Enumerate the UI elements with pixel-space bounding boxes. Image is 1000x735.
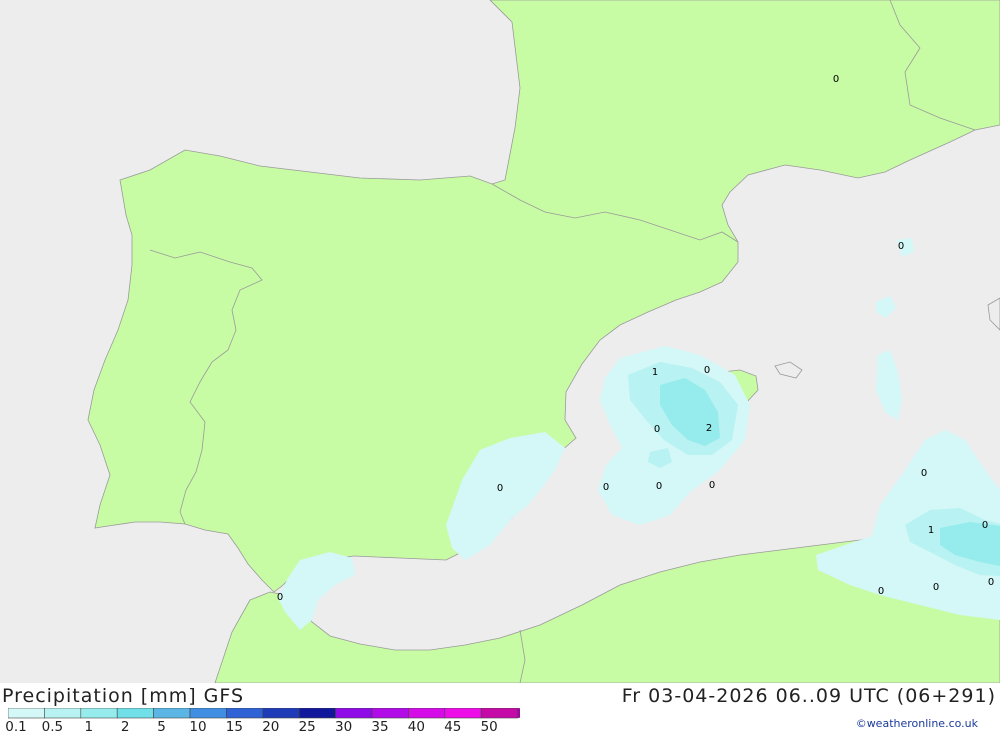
legend-swatch	[335, 708, 373, 719]
legend-swatch	[371, 708, 409, 719]
legend-swatch	[116, 708, 154, 719]
legend-swatch	[444, 708, 482, 719]
contour-label: 0	[898, 241, 904, 252]
legend-arrow	[517, 708, 520, 718]
contour-label: 0	[704, 365, 710, 376]
legend-swatch	[298, 708, 336, 719]
contour-label: 0	[833, 74, 839, 85]
legend-swatch	[153, 708, 191, 719]
contour-label: 1	[652, 367, 658, 378]
legend-swatch	[80, 708, 118, 719]
contour-label: 0	[982, 520, 988, 531]
contour-label: 1	[928, 525, 934, 536]
map-title: Precipitation [mm] GFS	[2, 685, 245, 707]
legend-swatch	[189, 708, 227, 719]
legend-swatch	[480, 708, 518, 719]
legend-swatch	[226, 708, 264, 719]
color-legend	[8, 708, 520, 719]
legend-swatch	[262, 708, 300, 719]
precipitation-map: 0 0 1 0 2 0 0 0 0 0 0 1 0 0 0 0 0	[0, 0, 1000, 683]
map-footer: Precipitation [mm] GFS Fr 03-04-2026 06.…	[0, 683, 1000, 735]
contour-label: 0	[497, 483, 503, 494]
contour-label: 0	[933, 582, 939, 593]
contour-label: 0	[277, 592, 283, 603]
contour-label: 0	[878, 586, 884, 597]
legend-swatch	[8, 708, 45, 719]
contour-label: 0	[603, 482, 609, 493]
contour-label: 0	[656, 481, 662, 492]
contour-label: 2	[706, 423, 712, 434]
credit-link[interactable]: ©weatheronline.co.uk	[856, 717, 978, 730]
legend-swatch	[44, 708, 82, 719]
contour-label: 0	[988, 577, 994, 588]
contour-label: 0	[921, 468, 927, 479]
legend-swatch	[408, 708, 446, 719]
contour-label: 0	[709, 480, 715, 491]
contour-label: 0	[654, 424, 660, 435]
forecast-date: Fr 03-04-2026 06..09 UTC (06+291)	[621, 685, 996, 707]
